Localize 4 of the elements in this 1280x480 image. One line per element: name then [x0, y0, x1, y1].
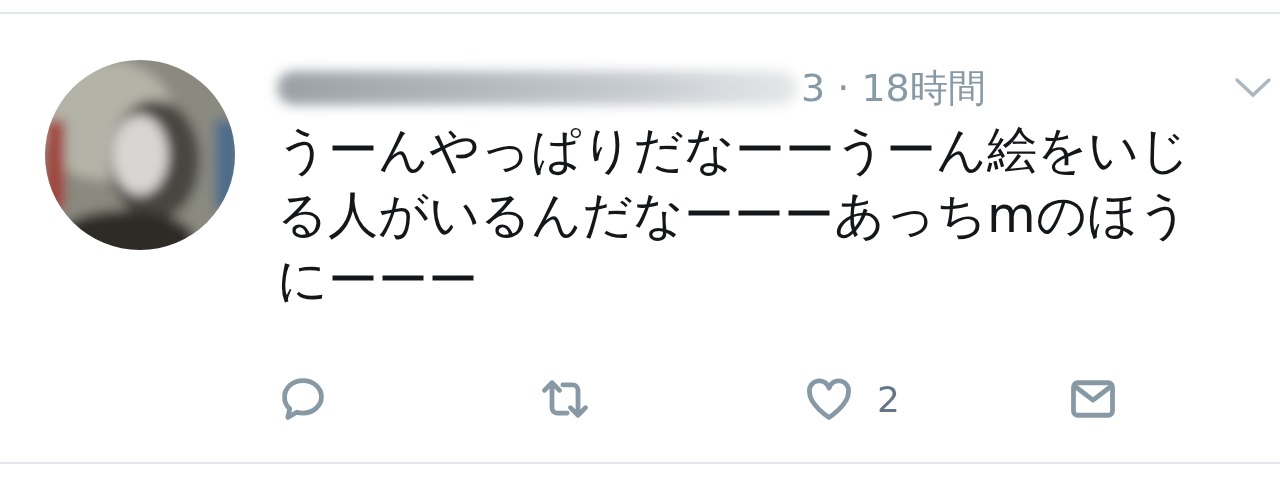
tweet-text: うーんやっぱりだなーーうーん絵をいじる人がいるんだなーーーあっちmのほうにーーー [277, 120, 1191, 311]
chevron-down-icon[interactable] [1233, 76, 1273, 100]
timestamp: 3 · 18時間 [801, 64, 986, 112]
like-count: 2 [877, 378, 900, 420]
